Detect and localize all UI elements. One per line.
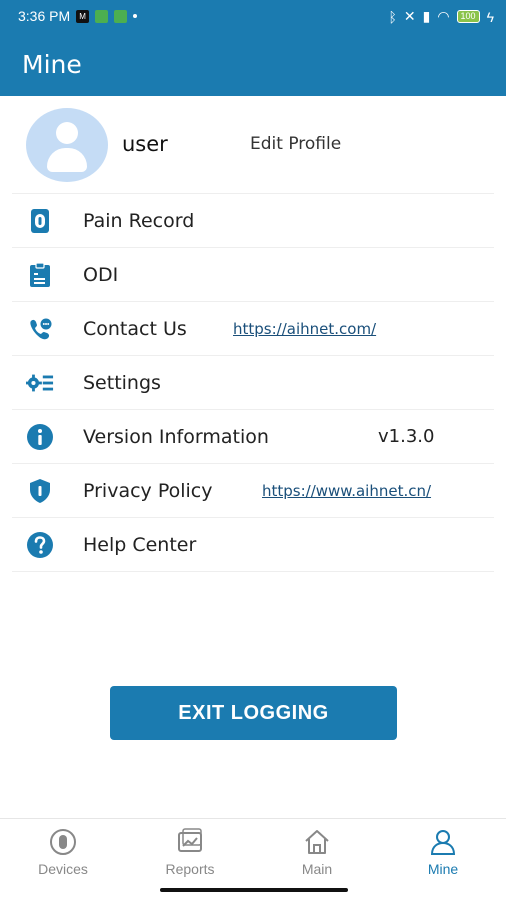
menu-item-privacy-policy[interactable]: Privacy Policy https://www.aihnet.cn/ (12, 464, 494, 518)
nav-label: Main (301, 861, 333, 877)
menu-item-label: Pain Record (83, 209, 195, 232)
nav-reports[interactable]: Reports (140, 827, 240, 885)
menu-item-label: Version Information (83, 425, 269, 448)
nav-mine[interactable]: Mine (393, 827, 493, 885)
menu-item-odi[interactable]: ODI (12, 248, 494, 302)
notification-app-icon (95, 9, 109, 23)
status-time: 3:36 PM (18, 8, 71, 24)
more-notifications-icon (133, 14, 138, 18)
version-value: v1.3.0 (378, 426, 435, 447)
menu-item-label: Privacy Policy (83, 479, 213, 502)
bluetooth-icon: ᛒ (388, 8, 397, 25)
profile-header: user Edit Profile (12, 96, 494, 194)
nav-label: Devices (38, 861, 88, 877)
battery-icon: 100 (456, 10, 480, 23)
status-bar: 3:36 PM M ᛒ ✕ ▮ ◠ 100 ϟ (0, 0, 506, 34)
wifi-icon: ◠ (437, 8, 450, 24)
avatar[interactable] (26, 108, 108, 182)
menu-item-label: ODI (83, 263, 119, 286)
nav-label: Reports (165, 861, 215, 877)
username: user (122, 132, 168, 156)
menu-item-version-information[interactable]: Version Information v1.3.0 (12, 410, 494, 464)
menu-item-settings[interactable]: Settings (12, 356, 494, 410)
notification-app-icon: M (76, 9, 90, 23)
nav-devices[interactable]: Devices (13, 827, 113, 885)
mute-icon: ✕ (403, 8, 416, 24)
nav-label: Mine (427, 861, 459, 877)
menu-item-label: Contact Us (83, 317, 187, 340)
menu-item-label: Help Center (83, 533, 197, 556)
clipboard-icon (26, 261, 54, 289)
shield-icon (26, 477, 54, 505)
page-title: Mine (22, 50, 82, 79)
notification-app-icon (114, 9, 128, 23)
contact-link[interactable]: https://aihnet.com/ (233, 320, 376, 338)
reports-icon (178, 828, 202, 852)
info-icon (26, 423, 54, 451)
privacy-link[interactable]: https://www.aihnet.cn/ (262, 482, 431, 500)
phone-chat-icon (26, 315, 54, 343)
nav-main[interactable]: Main (267, 827, 367, 885)
menu-item-label: Settings (83, 371, 161, 394)
home-indicator[interactable] (160, 888, 348, 892)
help-icon (26, 531, 54, 559)
charging-icon: ϟ (486, 8, 494, 25)
menu-item-contact-us[interactable]: Contact Us https://aihnet.com/ (12, 302, 494, 356)
app-bar: Mine (0, 34, 506, 96)
settings-menu: Pain Record ODI Contact Us https://aihne… (12, 194, 494, 572)
signal-icon: ▮ (422, 8, 431, 24)
person-icon (430, 830, 456, 855)
home-icon (305, 830, 329, 854)
pain-record-icon (26, 207, 54, 235)
devices-icon (50, 829, 76, 855)
menu-item-pain-record[interactable]: Pain Record (12, 194, 494, 248)
settings-gear-icon (26, 369, 54, 397)
exit-logging-button[interactable]: EXIT LOGGING (110, 686, 397, 740)
edit-profile-button[interactable]: Edit Profile (250, 134, 341, 154)
menu-item-help-center[interactable]: Help Center (12, 518, 494, 572)
